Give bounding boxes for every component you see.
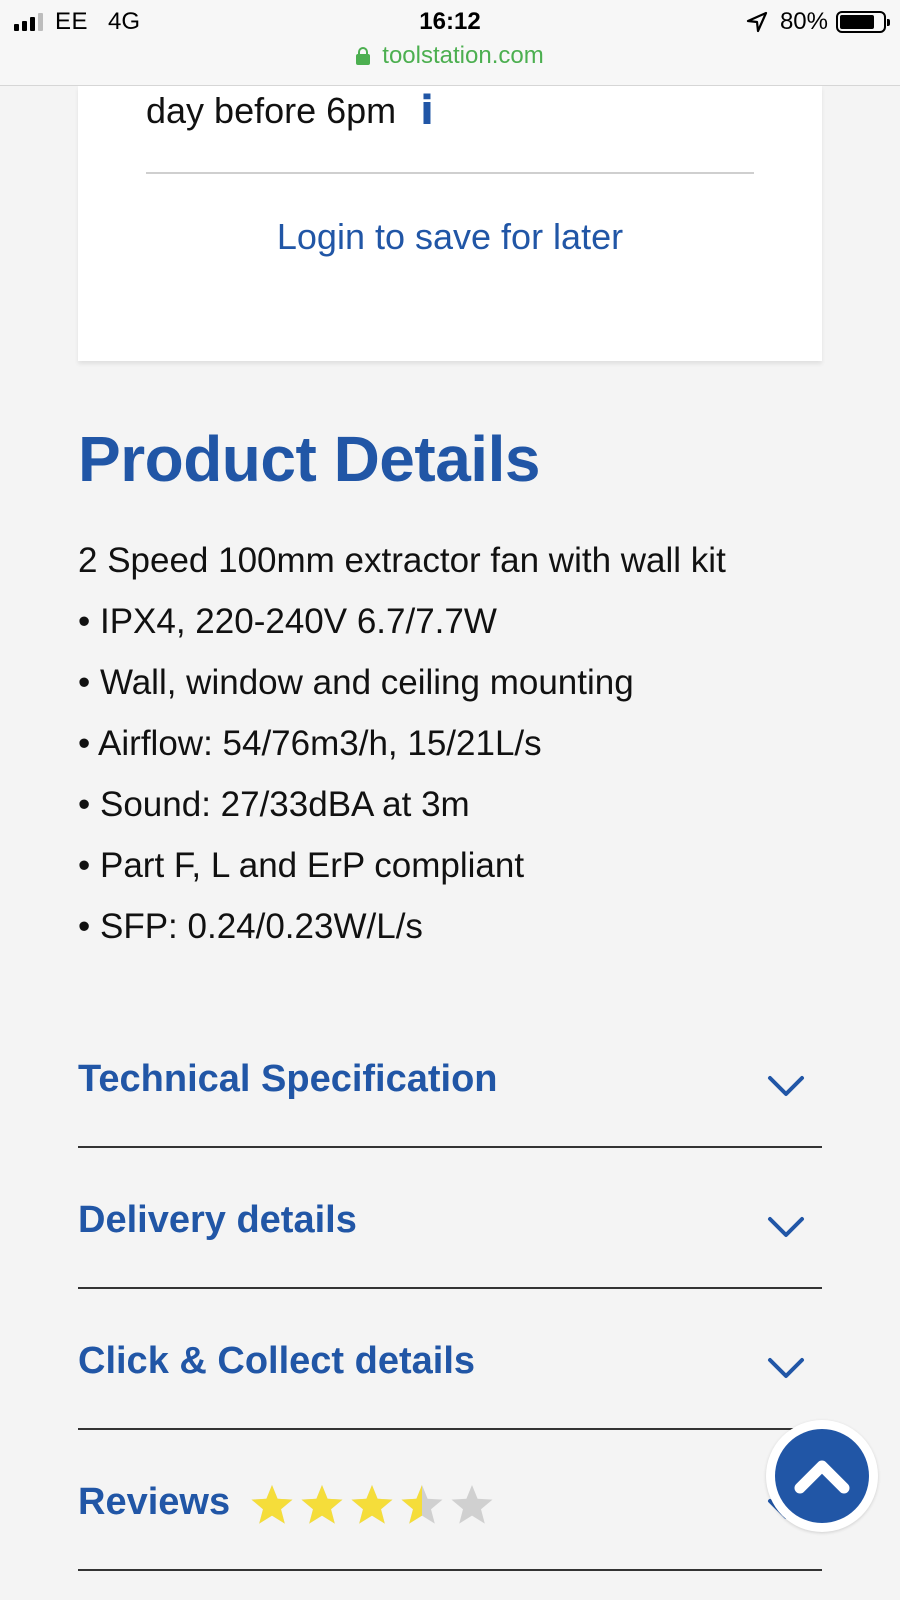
feature-item: SFP: 0.24/0.23W/L/s: [78, 896, 838, 957]
product-details-title: Product Details: [78, 423, 540, 495]
star-icon: [351, 1485, 393, 1524]
accordion-title: Reviews: [78, 1481, 231, 1523]
battery-icon: [836, 11, 890, 33]
accordion-delivery-details[interactable]: Delivery details: [78, 1149, 822, 1289]
url-text: toolstation.com: [382, 42, 544, 69]
delivery-note-text: day before 6pm: [146, 90, 397, 131]
chevron-down-icon[interactable]: [766, 1074, 806, 1098]
info-icon[interactable]: i: [420, 88, 434, 134]
battery-percent: 80%: [779, 8, 828, 35]
url-bar[interactable]: toolstation.com: [0, 42, 900, 70]
star-icon: [251, 1485, 293, 1524]
product-summary: 2 Speed 100mm extractor fan with wall ki…: [78, 541, 726, 580]
accordion-technical-specification[interactable]: Technical Specification: [78, 1008, 822, 1148]
chevron-down-icon[interactable]: [766, 1356, 806, 1380]
feature-item: IPX4, 220-240V 6.7/7.7W: [78, 591, 838, 652]
status-right: 80%: [746, 8, 890, 36]
card-divider: [146, 172, 754, 174]
delivery-note: day before 6pm i: [146, 86, 434, 136]
star-icon: [451, 1485, 493, 1524]
accordion-title: Delivery details: [78, 1199, 357, 1241]
back-to-top-button[interactable]: [766, 1420, 878, 1532]
lock-icon: [356, 47, 371, 65]
product-description: 2 Speed 100mm extractor fan with wall ki…: [78, 530, 838, 957]
accordion-reviews[interactable]: Reviews: [78, 1431, 822, 1571]
delivery-card: day before 6pm i Login to save for later: [78, 86, 822, 361]
feature-item: Airflow: 54/76m3/h, 15/21L/s: [78, 713, 838, 774]
accordion-title: Technical Specification: [78, 1058, 498, 1100]
star-rating: [250, 1483, 494, 1527]
feature-item: Sound: 27/33dBA at 3m: [78, 774, 838, 835]
chevron-down-icon[interactable]: [766, 1215, 806, 1239]
chevron-up-icon: [794, 1460, 850, 1494]
feature-item: Part F, L and ErP compliant: [78, 835, 838, 896]
star-icon: [301, 1485, 343, 1524]
accordion-title: Click & Collect details: [78, 1340, 476, 1382]
location-arrow-icon: [746, 11, 768, 33]
feature-item: Wall, window and ceiling mounting: [78, 652, 838, 713]
accordion-click-collect-details[interactable]: Click & Collect details: [78, 1290, 822, 1430]
star-icon: [401, 1485, 443, 1524]
status-bar: EE 4G 16:12 80% toolstation.com: [0, 0, 900, 86]
login-to-save-link[interactable]: Login to save for later: [78, 216, 822, 258]
feature-list: IPX4, 220-240V 6.7/7.7W Wall, window and…: [78, 591, 838, 957]
